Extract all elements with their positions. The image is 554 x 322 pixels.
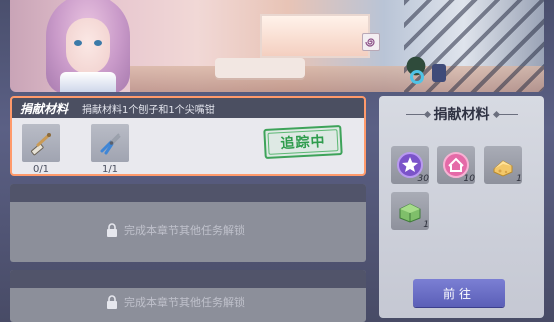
pliers-icon xyxy=(100,133,121,155)
character-portrait xyxy=(38,0,138,92)
material-count: 1 xyxy=(516,174,522,184)
banner-window xyxy=(260,14,370,58)
locked-row: 完成本章节其他任务解锁 xyxy=(106,222,245,238)
lock-icon xyxy=(107,223,117,237)
character-collar xyxy=(60,72,116,92)
locked-task-card: 完成本章节其他任务解锁 xyxy=(10,270,366,322)
item-count-pliers: 1/1 xyxy=(101,164,119,175)
locked-task-card: 完成本章节其他任务解锁 xyxy=(10,184,366,262)
character-eye-right xyxy=(94,40,102,46)
item-slot-pliers[interactable] xyxy=(91,124,129,162)
plane-tool-icon xyxy=(31,133,51,156)
task-header: 捐献材料 捐献材料1个刨子和1个尖嘴钳 xyxy=(12,98,364,118)
character-eye-left xyxy=(74,40,82,46)
item-count-plane: 0/1 xyxy=(32,164,50,175)
locked-task-text: 完成本章节其他任务解锁 xyxy=(124,296,245,309)
task-title: 捐献材料 xyxy=(20,101,69,116)
title-decoration-right xyxy=(495,113,518,115)
spiral-icon xyxy=(365,38,375,47)
character-face xyxy=(66,18,110,74)
banner-sofa xyxy=(215,58,305,78)
tracking-status-stamp: 追踪中 xyxy=(263,124,343,160)
task-description: 捐献材料1个刨子和1个尖嘴钳 xyxy=(82,104,215,116)
panel-title: 捐献材料 xyxy=(433,107,490,123)
banner-bin xyxy=(432,64,446,82)
banner-ring xyxy=(410,70,424,84)
item-slot-plane[interactable] xyxy=(22,124,60,162)
material-count: 10 xyxy=(463,174,475,184)
material-count: 1 xyxy=(423,220,429,230)
material-count: 30 xyxy=(417,174,429,184)
panel-title-row: 捐献材料 xyxy=(379,104,544,124)
title-decoration-left xyxy=(405,113,428,115)
locked-task-text: 完成本章节其他任务解锁 xyxy=(124,224,245,237)
active-task-card[interactable]: 捐献材料 捐献材料1个刨子和1个尖嘴钳 0/1 1/1 追踪中 xyxy=(10,96,366,176)
spiral-button[interactable] xyxy=(362,33,380,51)
locked-task-header xyxy=(10,270,366,288)
scene-banner xyxy=(10,0,544,92)
lock-icon xyxy=(107,295,117,309)
locked-row: 完成本章节其他任务解锁 xyxy=(106,294,245,310)
locked-task-header xyxy=(10,184,366,202)
goto-button[interactable]: 前往 xyxy=(413,279,505,307)
